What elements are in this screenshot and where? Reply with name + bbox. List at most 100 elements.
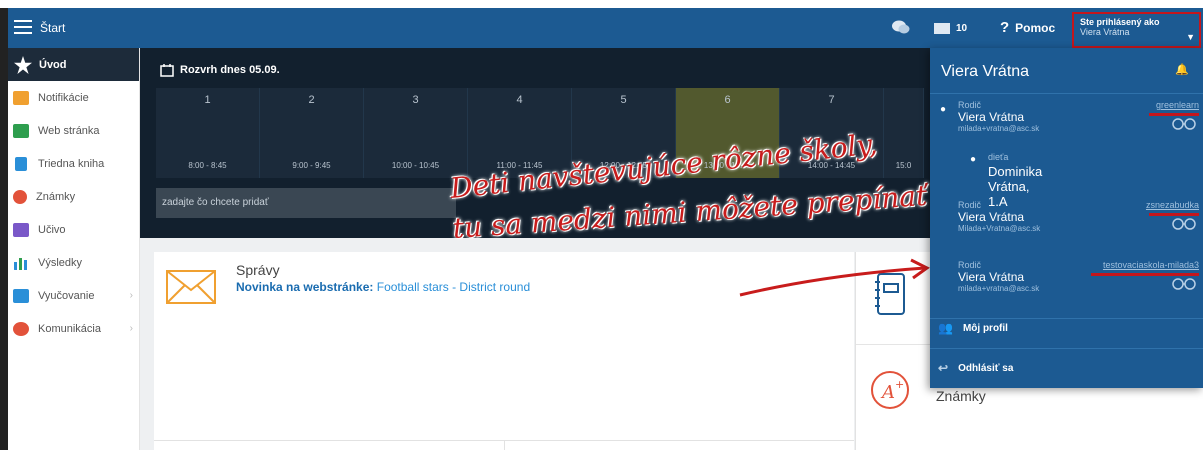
question-icon: ? bbox=[1000, 19, 1010, 36]
chart-icon bbox=[14, 257, 27, 270]
period-number: 3 bbox=[412, 94, 419, 106]
home-icon bbox=[13, 123, 29, 138]
timetable-period[interactable]: 2 9:00 - 9:45 bbox=[260, 88, 364, 178]
child-role: dieťa bbox=[988, 152, 1009, 162]
messages-title: Správy bbox=[236, 262, 280, 278]
annotation-underline bbox=[1091, 273, 1199, 276]
sidebar-item-label: Úvod bbox=[39, 58, 67, 71]
annotation-arrow-icon bbox=[739, 258, 930, 297]
bell-icon[interactable]: 🔔 bbox=[1175, 63, 1189, 76]
grades-label[interactable]: Známky bbox=[936, 388, 986, 404]
period-time: 9:00 - 9:45 bbox=[292, 161, 331, 170]
dropdown-user-name: Viera Vrátna bbox=[941, 63, 1030, 80]
annotation-underline bbox=[1149, 213, 1199, 216]
help-label: Pomoc bbox=[1015, 21, 1056, 35]
learning-icon bbox=[13, 222, 29, 237]
account-email: milada+vratna@asc.sk bbox=[958, 284, 1040, 293]
my-profile-link[interactable]: 👥 Môj profil bbox=[938, 321, 1008, 335]
caret-down-icon: ▼ bbox=[1186, 32, 1195, 42]
logout-label: Odhlásiť sa bbox=[958, 362, 1014, 374]
active-dot-icon: ● bbox=[940, 104, 947, 115]
account-name: Viera Vrátna bbox=[958, 270, 1025, 284]
window-edge bbox=[0, 8, 8, 450]
period-number: 7 bbox=[828, 94, 835, 106]
sidebar-item-vysledky[interactable]: Výsledky bbox=[8, 246, 139, 279]
news-text: Football stars - District round bbox=[376, 280, 531, 294]
account-menu-button[interactable]: Ste prihlásený ako Viera Vrátna ▼ bbox=[1072, 12, 1201, 48]
account-school[interactable]: greenlearn bbox=[1156, 100, 1199, 110]
account-dropdown: Viera Vrátna 🔔 ● Rodič Viera Vrátna mila… bbox=[930, 48, 1203, 388]
cards-row-bottom bbox=[154, 440, 854, 450]
start-link[interactable]: Štart bbox=[40, 21, 65, 35]
period-time: 10:00 - 10:45 bbox=[391, 161, 440, 170]
sidebar: Úvod Notifikácie Web stránka Triedna kni… bbox=[8, 48, 140, 450]
sidebar-item-label: Web stránka bbox=[38, 124, 100, 137]
sidebar-item-label: Komunikácia bbox=[38, 322, 101, 335]
period-number: 2 bbox=[308, 94, 315, 106]
child-dot-icon: ● bbox=[970, 154, 977, 165]
sidebar-item-web-stranka[interactable]: Web stránka bbox=[8, 114, 139, 147]
chevron-right-icon: › bbox=[129, 323, 133, 334]
login-user: Viera Vrátna bbox=[1080, 27, 1130, 37]
account-role: Rodič bbox=[958, 200, 982, 210]
grade-icon bbox=[13, 189, 27, 204]
messages-news-link[interactable]: Novinka na webstránke: Football stars - … bbox=[236, 280, 530, 294]
account-item[interactable]: Rodič Viera Vrátna Milada+Vratna@asc.sk … bbox=[930, 200, 1203, 260]
sidebar-item-label: Výsledky bbox=[38, 256, 83, 269]
period-time: 8:00 - 8:45 bbox=[188, 161, 227, 170]
logout-arrow-icon: ↩ bbox=[938, 361, 949, 375]
account-email: milada+vratna@asc.sk bbox=[958, 124, 1040, 133]
account-name: Viera Vrátna bbox=[958, 110, 1025, 124]
account-item-active[interactable]: ● Rodič Viera Vrátna milada+vratna@asc.s… bbox=[930, 100, 1203, 209]
mail-icon[interactable] bbox=[934, 23, 950, 34]
mail-count-badge[interactable]: 10 bbox=[956, 23, 967, 34]
news-prefix: Novinka na webstránke: bbox=[236, 280, 374, 294]
sidebar-item-label: Triedna kniha bbox=[38, 157, 105, 170]
period-number: 1 bbox=[204, 94, 211, 106]
glasses-icon[interactable] bbox=[1171, 118, 1197, 130]
add-item-input[interactable]: zadajte čo chcete pridať bbox=[156, 188, 456, 218]
sidebar-item-znamky[interactable]: Známky bbox=[8, 180, 139, 213]
sidebar-item-uvod[interactable]: Úvod bbox=[8, 48, 139, 81]
period-number: 5 bbox=[620, 94, 627, 106]
sidebar-item-triedna-kniha[interactable]: Triedna kniha bbox=[8, 147, 139, 180]
my-profile-label: Môj profil bbox=[962, 322, 1008, 334]
timetable-period[interactable]: 1 8:00 - 8:45 bbox=[156, 88, 260, 178]
chat-icon bbox=[13, 321, 29, 336]
account-role: Rodič bbox=[958, 100, 982, 110]
account-school[interactable]: testovaciaskola-milada3 bbox=[1103, 260, 1199, 270]
annotation-underline bbox=[1149, 113, 1199, 116]
users-icon: 👥 bbox=[938, 321, 953, 335]
svg-text:A: A bbox=[880, 382, 895, 403]
sidebar-item-ucivo[interactable]: Učivo bbox=[8, 213, 139, 246]
envelope-icon bbox=[13, 90, 29, 105]
sidebar-item-vyucovanie[interactable]: Vyučovanie › bbox=[8, 279, 139, 312]
top-bar: Štart 10 ? Pomoc Ste prihlásený ako Viera… bbox=[8, 8, 1203, 48]
timetable-period[interactable]: 15:0 bbox=[884, 88, 924, 178]
logout-link[interactable]: ↩ Odhlásiť sa bbox=[938, 361, 1013, 375]
sidebar-item-label: Známky bbox=[36, 190, 76, 203]
hamburger-menu-icon[interactable] bbox=[14, 20, 32, 34]
star-icon bbox=[14, 55, 32, 74]
sidebar-item-komunikacia[interactable]: Komunikácia › bbox=[8, 312, 139, 345]
timetable-period[interactable]: 3 10:00 - 10:45 bbox=[364, 88, 468, 178]
teaching-icon bbox=[13, 288, 29, 303]
envelope-icon bbox=[166, 270, 216, 304]
sidebar-item-label: Notifikácie bbox=[38, 91, 89, 104]
period-time: 15:0 bbox=[895, 161, 912, 170]
period-number: 4 bbox=[516, 94, 523, 106]
book-icon bbox=[15, 156, 27, 171]
login-label: Ste prihlásený ako bbox=[1080, 17, 1160, 27]
chat-bubbles-icon[interactable] bbox=[892, 20, 910, 35]
sidebar-item-label: Vyučovanie bbox=[38, 289, 95, 302]
glasses-icon[interactable] bbox=[1171, 278, 1197, 290]
glasses-icon[interactable] bbox=[1171, 218, 1197, 230]
grade-a-plus-icon[interactable]: A + bbox=[870, 370, 910, 410]
account-item[interactable]: Rodič Viera Vrátna milada+vratna@asc.sk … bbox=[930, 260, 1203, 318]
help-button[interactable]: ? Pomoc bbox=[1000, 19, 1055, 36]
dropdown-header: Viera Vrátna 🔔 bbox=[930, 48, 1203, 93]
account-school[interactable]: zsnezabudka bbox=[1146, 200, 1199, 210]
account-role: Rodič bbox=[958, 260, 982, 270]
sidebar-item-notifikacie[interactable]: Notifikácie bbox=[8, 81, 139, 114]
account-email: Milada+Vratna@asc.sk bbox=[958, 224, 1041, 233]
